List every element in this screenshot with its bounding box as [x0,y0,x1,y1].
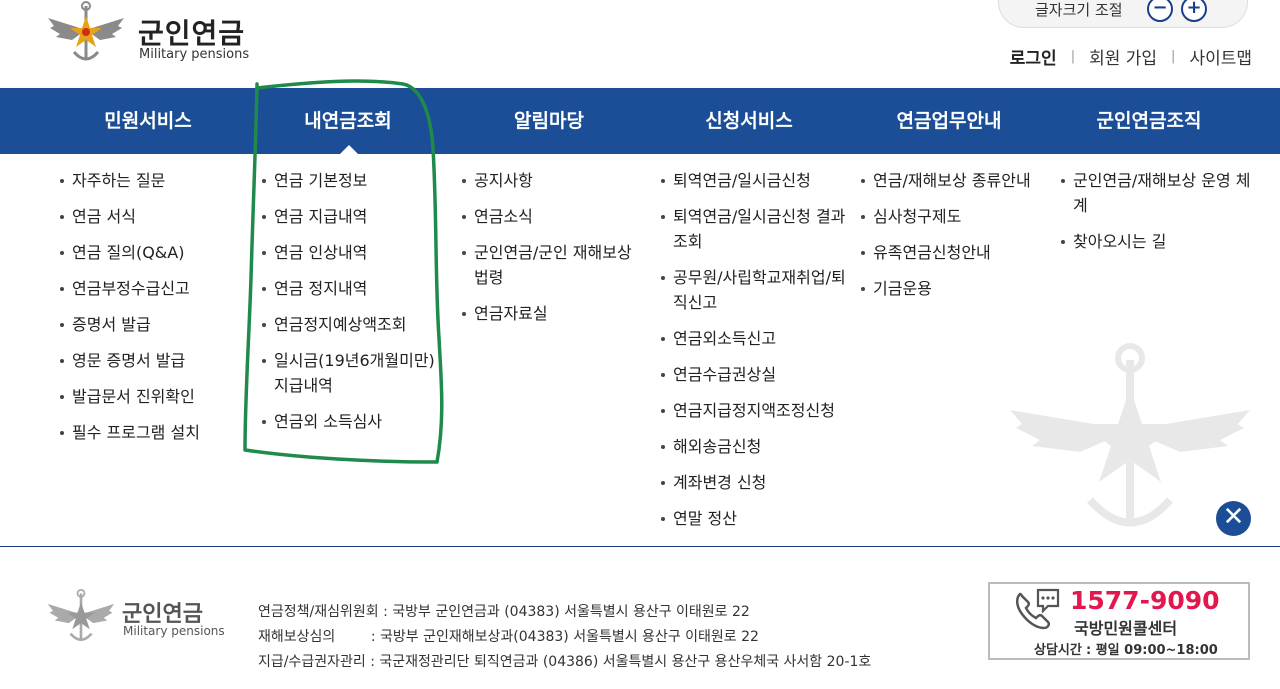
phone-chat-icon [1016,588,1060,630]
nav-organization[interactable]: 군인연금조직 [1049,88,1249,154]
main-nav: 민원서비스 내연금조회 알림마당 신청서비스 연금업무안내 군인연금조직 [0,88,1280,154]
menu-item[interactable]: 연금/재해보상 종류안내 [861,168,1051,193]
menu-item[interactable]: 공지사항 [462,168,647,193]
font-decrease-button[interactable]: − [1147,0,1173,22]
menu-column-my-pension: 연금 기본정보 연금 지급내역 연금 인상내역 연금 정지내역 연금정지예상액조… [262,168,442,445]
menu-item[interactable]: 연금 지급내역 [262,204,442,229]
font-size-control: 글자크기 조절 − + [998,0,1248,28]
menu-item[interactable]: 연금 인상내역 [262,240,442,265]
military-emblem-icon [47,589,115,642]
call-center-number[interactable]: 1577-9090 [1070,586,1220,615]
menu-item[interactable]: 해외송금신청 [661,434,851,459]
menu-column-civil-service: 자주하는 질문 연금 서식 연금 질의(Q&A) 연금부정수급신고 증명서 발급… [60,168,250,456]
menu-item[interactable]: 영문 증명서 발급 [60,348,250,373]
page: 군인연금 Military pensions 글자크기 조절 − + 로그인 |… [0,0,1280,689]
menu-item[interactable]: 찾아오시는 길 [1061,229,1256,254]
call-center-name: 국방민원콜센터 [1074,619,1178,638]
footer-logo: 군인연금 Military pensions [46,588,226,648]
call-center-hours: 상담시간 : 평일 09:00~18:00 [1034,639,1218,658]
footer-logo-subtitle: Military pensions [123,624,225,638]
menu-item[interactable]: 자주하는 질문 [60,168,250,193]
mega-menu: 자주하는 질문 연금 서식 연금 질의(Q&A) 연금부정수급신고 증명서 발급… [0,154,1280,547]
menu-column-notice: 공지사항 연금소식 군인연금/군인 재해보상 법령 연금자료실 [462,168,647,337]
menu-item[interactable]: 증명서 발급 [60,312,250,337]
menu-item[interactable]: 연금정지예상액조회 [262,312,442,337]
menu-item[interactable]: 발급문서 진위확인 [60,384,250,409]
address-line: 재해보상심의 : 국방부 군인재해보상과(04383) 서울특별시 용산구 이태… [258,629,759,645]
menu-column-pension-guide: 연금/재해보상 종류안내 심사청구제도 유족연금신청안내 기금운용 [861,168,1051,312]
menu-item[interactable]: 연금자료실 [462,301,647,326]
call-center-box: 1577-9090 국방민원콜센터 상담시간 : 평일 09:00~18:00 [988,582,1250,660]
logo-subtitle: Military pensions [139,47,250,62]
nav-application[interactable]: 신청서비스 [649,88,849,154]
menu-item[interactable]: 연금 기본정보 [262,168,442,193]
menu-item[interactable]: 연금수급권상실 [661,362,851,387]
menu-item[interactable]: 연금외소득신고 [661,326,851,351]
menu-column-application: 퇴역연금/일시금신청 퇴역연금/일시금신청 결과조회 공무원/사립학교재취업/퇴… [661,168,851,542]
menu-item[interactable]: 군인연금/재해보상 운영 체계 [1061,168,1256,218]
menu-item[interactable]: 퇴역연금/일시금신청 결과조회 [661,204,851,254]
footer-address: 연금정책/재심위원회 : 국방부 군인연금과 (04383) 서울특별시 용산구… [258,600,871,675]
login-link[interactable]: 로그인 [1010,44,1057,69]
emblem-watermark-icon [1010,343,1250,527]
divider: | [1171,49,1176,64]
close-menu-button[interactable]: ✕ [1216,501,1251,536]
menu-column-organization: 군인연금/재해보상 운영 체계 찾아오시는 길 [1061,168,1256,265]
menu-item[interactable]: 연금외 소득심사 [262,409,442,434]
menu-item[interactable]: 심사청구제도 [861,204,1051,229]
nav-civil-service[interactable]: 민원서비스 [48,88,248,154]
menu-item[interactable]: 유족연금신청안내 [861,240,1051,265]
menu-item[interactable]: 공무원/사립학교재취업/퇴직신고 [661,265,851,315]
logo-title: 군인연금 [138,17,246,50]
menu-item[interactable]: 연금지급정지액조정신청 [661,398,851,423]
divider: | [1070,49,1076,64]
header: 군인연금 Military pensions 글자크기 조절 − + 로그인 |… [0,0,1280,88]
address-line: 연금정책/재심위원회 : 국방부 군인연금과 (04383) 서울특별시 용산구… [258,604,750,620]
menu-item[interactable]: 군인연금/군인 재해보상 법령 [462,240,647,290]
menu-item[interactable]: 연금부정수급신고 [60,276,250,301]
font-increase-button[interactable]: + [1181,0,1207,22]
call-hours-value: : 평일 09:00~18:00 [1085,643,1218,658]
address-line: 지급/수급권자관리 : 국군재정관리단 퇴직연금과 (04386) 서울특별시 … [258,654,872,670]
menu-item[interactable]: 연금 질의(Q&A) [60,240,250,265]
sitemap-link[interactable]: 사이트맵 [1189,44,1252,69]
menu-item[interactable]: 기금운용 [861,276,1051,301]
signup-link[interactable]: 회원 가입 [1089,44,1157,69]
nav-notice[interactable]: 알림마당 [449,88,649,154]
call-hours-label: 상담시간 [1034,643,1082,658]
military-emblem-icon [48,1,124,61]
active-nav-caret-icon [340,145,358,154]
menu-item[interactable]: 계좌변경 신청 [661,470,851,495]
menu-item[interactable]: 일시금(19년6개월미만) 지급내역 [262,348,442,398]
menu-item[interactable]: 연금 서식 [60,204,250,229]
site-logo[interactable]: 군인연금 Military pensions [46,0,266,70]
menu-item[interactable]: 연금 정지내역 [262,276,442,301]
menu-item[interactable]: 연말 정산 [661,506,851,531]
menu-item[interactable]: 연금소식 [462,204,647,229]
footer: 군인연금 Military pensions 연금정책/재심위원회 : 국방부 … [0,548,1280,689]
utility-links: 로그인 | 회원 가입 | 사이트맵 [1010,44,1252,69]
menu-item[interactable]: 퇴역연금/일시금신청 [661,168,851,193]
menu-item[interactable]: 필수 프로그램 설치 [60,420,250,445]
font-size-label: 글자크기 조절 [1035,1,1123,19]
nav-pension-guide[interactable]: 연금업무안내 [849,88,1049,154]
